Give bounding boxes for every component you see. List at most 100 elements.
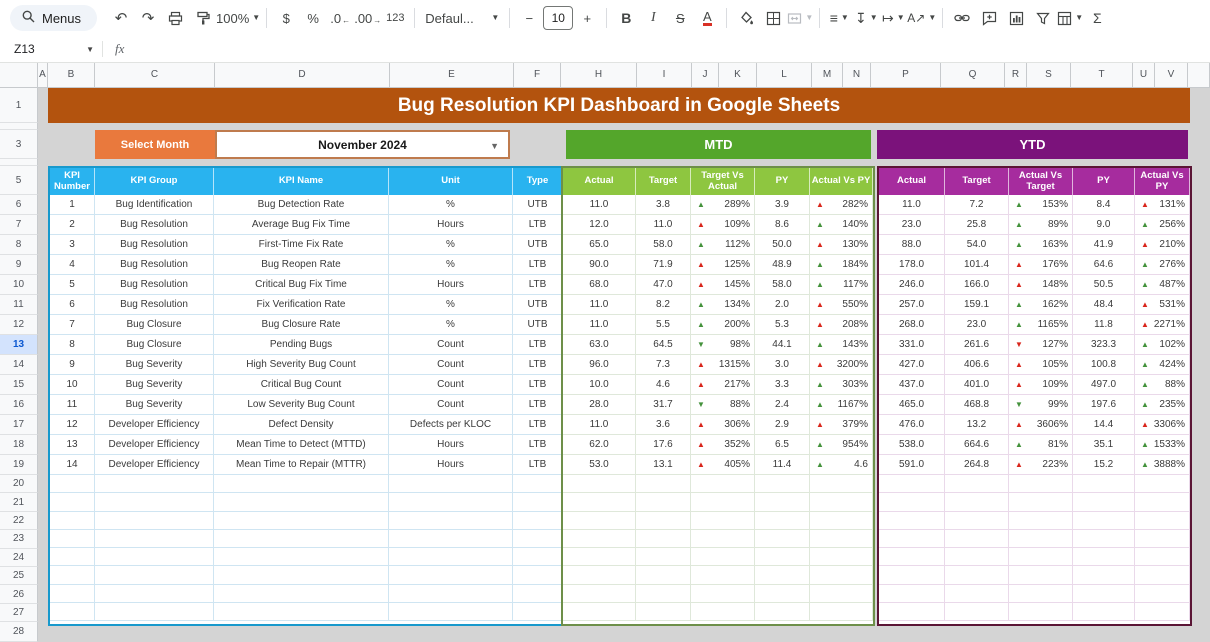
empty-cell[interactable] [1135, 493, 1190, 511]
empty-cell[interactable] [945, 493, 1009, 511]
ytd-py-cell[interactable]: 35.1 [1073, 435, 1135, 455]
row-header-3[interactable]: 3 [0, 130, 38, 159]
ytd-actual-cell[interactable]: 246.0 [879, 275, 945, 295]
row-header-25[interactable]: 25 [0, 567, 38, 585]
mtd-vs-py-cell[interactable]: ▲379% [810, 415, 873, 435]
empty-cell[interactable] [50, 585, 95, 603]
empty-cell[interactable] [945, 585, 1009, 603]
kpi-unit-cell[interactable]: % [389, 315, 513, 335]
column-header-V[interactable]: V [1155, 62, 1188, 88]
kpi-number-cell[interactable]: 8 [50, 335, 95, 355]
empty-cell[interactable] [810, 493, 873, 511]
ytd-vs-py-cell[interactable]: ▲3306% [1135, 415, 1190, 435]
name-box[interactable]: Z13▼ [0, 42, 102, 56]
mtd-vs-py-cell[interactable]: ▲3200% [810, 355, 873, 375]
kpi-type-cell[interactable]: UTB [513, 315, 563, 335]
mtd-target-cell[interactable]: 8.2 [636, 295, 691, 315]
row-header-12[interactable]: 12 [0, 315, 38, 335]
row-header-16[interactable]: 16 [0, 395, 38, 415]
ytd-target-cell[interactable]: 25.8 [945, 215, 1009, 235]
empty-cell[interactable] [636, 548, 691, 566]
mtd-target-cell[interactable]: 64.5 [636, 335, 691, 355]
kpi-name-cell[interactable]: High Severity Bug Count [214, 355, 389, 375]
empty-cell[interactable] [513, 530, 563, 548]
left-header-1[interactable]: KPI Group [95, 168, 214, 195]
insert-link-button[interactable] [949, 5, 975, 31]
ytd-actual-cell[interactable]: 538.0 [879, 435, 945, 455]
kpi-number-cell[interactable]: 12 [50, 415, 95, 435]
decrease-decimal-button[interactable]: .0← [327, 5, 353, 31]
left-header-3[interactable]: Unit [389, 168, 513, 195]
ytd-py-cell[interactable]: 41.9 [1073, 235, 1135, 255]
row-header-21[interactable]: 21 [0, 493, 38, 511]
ytd-actual-cell[interactable]: 88.0 [879, 235, 945, 255]
column-header-B[interactable]: B [48, 62, 95, 88]
mtd-vs-cell[interactable]: ▲352% [691, 435, 755, 455]
formula-input[interactable] [124, 36, 1210, 62]
empty-cell[interactable] [691, 585, 755, 603]
empty-cell[interactable] [95, 603, 214, 621]
empty-cell[interactable] [1135, 512, 1190, 530]
kpi-group-cell[interactable]: Bug Resolution [95, 255, 214, 275]
empty-cell[interactable] [945, 475, 1009, 493]
kpi-group-cell[interactable]: Developer Efficiency [95, 435, 214, 455]
empty-cell[interactable] [1135, 530, 1190, 548]
row-header-22[interactable]: 22 [0, 512, 38, 530]
empty-cell[interactable] [691, 475, 755, 493]
empty-cell[interactable] [945, 603, 1009, 621]
text-wrap-dropdown[interactable]: ↦▼ [880, 5, 906, 31]
empty-cell[interactable] [1073, 603, 1135, 621]
ytd-py-cell[interactable]: 9.0 [1073, 215, 1135, 235]
empty-cell[interactable] [945, 566, 1009, 584]
borders-button[interactable] [760, 5, 786, 31]
mtd-vs-cell[interactable]: ▲1315% [691, 355, 755, 375]
mtd-header-0[interactable]: Actual [563, 168, 636, 195]
ytd-target-cell[interactable]: 159.1 [945, 295, 1009, 315]
mtd-actual-cell[interactable]: 65.0 [563, 235, 636, 255]
month-dropdown[interactable]: November 2024 ▼ [215, 130, 510, 159]
mtd-vs-cell[interactable]: ▲405% [691, 455, 755, 475]
column-header-N[interactable]: N [843, 62, 871, 88]
empty-cell[interactable] [214, 548, 389, 566]
empty-cell[interactable] [563, 475, 636, 493]
ytd-py-cell[interactable]: 497.0 [1073, 375, 1135, 395]
empty-cell[interactable] [1073, 475, 1135, 493]
mtd-target-cell[interactable]: 58.0 [636, 235, 691, 255]
empty-cell[interactable] [1009, 566, 1073, 584]
empty-cell[interactable] [1073, 512, 1135, 530]
ytd-target-cell[interactable]: 264.8 [945, 455, 1009, 475]
ytd-py-cell[interactable]: 323.3 [1073, 335, 1135, 355]
empty-cell[interactable] [95, 493, 214, 511]
ytd-vs-cell[interactable]: ▲223% [1009, 455, 1073, 475]
ytd-vs-cell[interactable]: ▲3606% [1009, 415, 1073, 435]
row-header-9[interactable]: 9 [0, 255, 38, 275]
empty-cell[interactable] [1073, 493, 1135, 511]
empty-cell[interactable] [879, 585, 945, 603]
ytd-header-0[interactable]: Actual [879, 168, 945, 195]
kpi-group-cell[interactable]: Bug Severity [95, 355, 214, 375]
mtd-vs-py-cell[interactable]: ▲130% [810, 235, 873, 255]
kpi-name-cell[interactable]: First-Time Fix Rate [214, 235, 389, 255]
font-dropdown[interactable]: Defaul...▼ [421, 5, 503, 31]
mtd-vs-py-cell[interactable]: ▲143% [810, 335, 873, 355]
empty-cell[interactable] [945, 548, 1009, 566]
mtd-py-cell[interactable]: 2.4 [755, 395, 810, 415]
zoom-dropdown[interactable]: 100%▼ [216, 5, 260, 31]
column-header-P[interactable]: P [871, 62, 941, 88]
format-percent-button[interactable]: % [300, 5, 326, 31]
ytd-vs-py-cell[interactable]: ▲276% [1135, 255, 1190, 275]
dashboard-title-cell[interactable]: Bug Resolution KPI Dashboard in Google S… [48, 88, 1190, 123]
strikethrough-button[interactable]: S [667, 5, 693, 31]
mtd-vs-py-cell[interactable]: ▲303% [810, 375, 873, 395]
empty-cell[interactable] [50, 603, 95, 621]
mtd-py-cell[interactable]: 3.3 [755, 375, 810, 395]
empty-cell[interactable] [50, 530, 95, 548]
mtd-header-3[interactable]: PY [755, 168, 810, 195]
kpi-type-cell[interactable]: UTB [513, 295, 563, 315]
empty-cell[interactable] [1009, 493, 1073, 511]
mtd-target-cell[interactable]: 4.6 [636, 375, 691, 395]
ytd-actual-cell[interactable]: 331.0 [879, 335, 945, 355]
ytd-py-cell[interactable]: 197.6 [1073, 395, 1135, 415]
empty-cell[interactable] [755, 548, 810, 566]
row-header-27[interactable]: 27 [0, 604, 38, 622]
